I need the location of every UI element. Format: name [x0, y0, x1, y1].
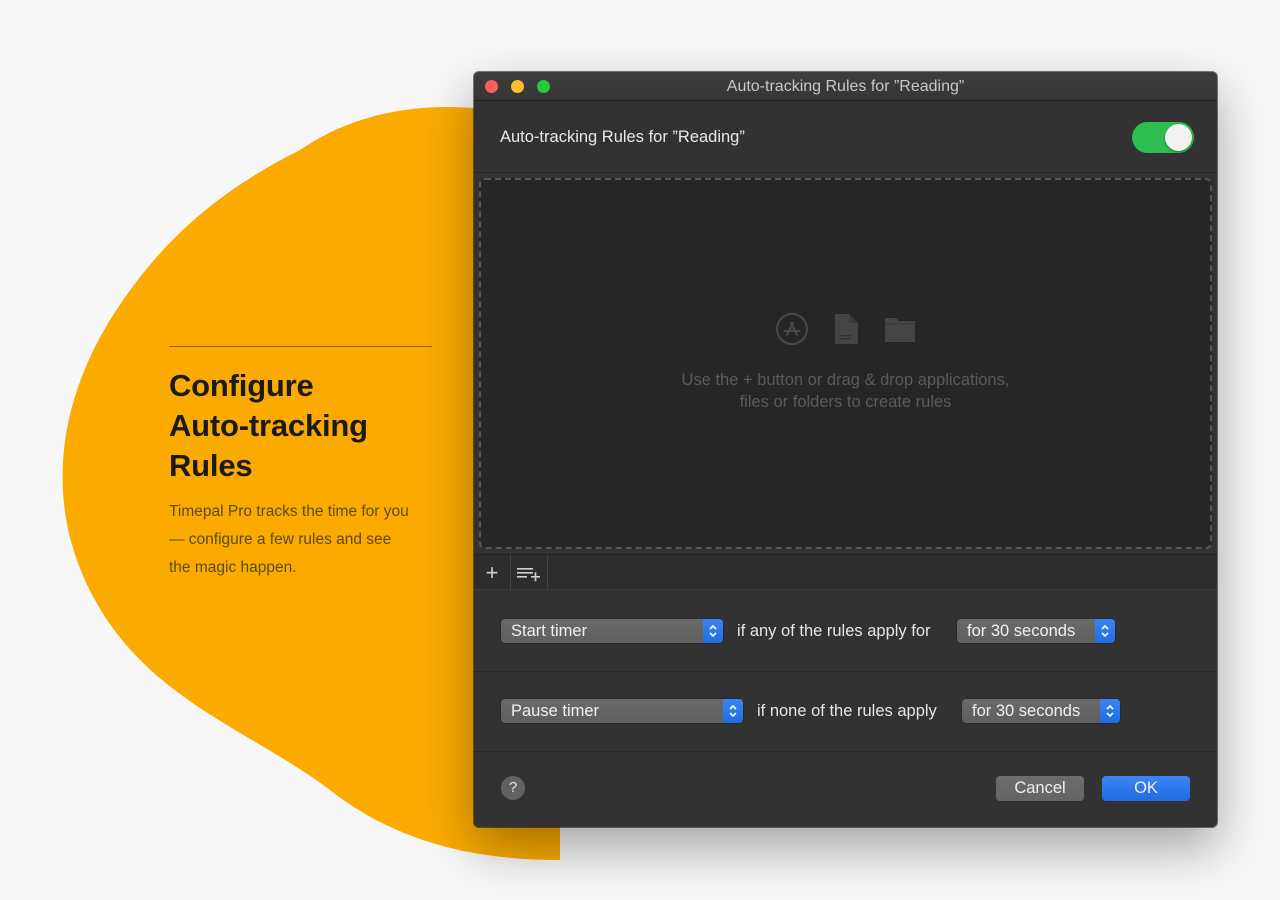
cancel-button[interactable]: Cancel [996, 776, 1084, 801]
rules-header: Auto-tracking Rules for ”Reading” [474, 101, 1217, 173]
add-rule-button[interactable]: + [474, 555, 511, 590]
dropzone-hint-line: files or folders to create rules [739, 393, 952, 411]
pause-duration-select[interactable]: for 30 seconds [962, 699, 1120, 723]
promo-body: Timepal Pro tracks the time for you — co… [169, 503, 409, 576]
add-rule-list-button[interactable] [511, 555, 548, 590]
pause-duration-value: for 30 seconds [972, 702, 1081, 720]
toggle-knob [1165, 124, 1192, 151]
help-button[interactable]: ? [501, 776, 525, 800]
pause-rule-row: Pause timer if none of the rules apply f… [474, 672, 1217, 752]
app-store-icon [775, 313, 808, 345]
pause-action-value: Pause timer [511, 702, 600, 720]
dropzone-icons [481, 313, 1210, 345]
rules-header-title: Auto-tracking Rules for ”Reading” [500, 128, 745, 146]
rules-dropzone[interactable]: Use the + button or drag & drop applicat… [479, 178, 1212, 549]
promo-title-line: Configure [169, 368, 314, 403]
dialog-footer: ? Cancel OK [474, 752, 1217, 827]
promo-title: Configure Auto-tracking Rules [169, 366, 433, 486]
ok-button[interactable]: OK [1102, 776, 1190, 801]
start-action-select[interactable]: Start timer [501, 619, 723, 643]
up-down-chevron-icon [703, 619, 723, 643]
window-title: Auto-tracking Rules for ”Reading” [726, 78, 965, 95]
start-condition-label: if any of the rules apply for [737, 622, 931, 640]
promo-panel: Configure Auto-tracking Rules Timepal Pr… [169, 346, 433, 582]
start-rule-row: Start timer if any of the rules apply fo… [474, 592, 1217, 672]
title-bar: Auto-tracking Rules for ”Reading” [474, 72, 1217, 101]
start-duration-value: for 30 seconds [967, 622, 1076, 640]
promo-title-line: Auto-tracking [169, 408, 368, 443]
auto-tracking-rules-window: Auto-tracking Rules for ”Reading” Auto-t… [474, 72, 1217, 827]
document-icon [830, 313, 862, 345]
dropzone-hint-line: Use the + button or drag & drop applicat… [681, 371, 1010, 389]
start-action-value: Start timer [511, 622, 588, 640]
promo-title-line: Rules [169, 448, 253, 483]
dropzone-hint: Use the + button or drag & drop applicat… [481, 369, 1210, 413]
start-duration-select[interactable]: for 30 seconds [957, 619, 1115, 643]
add-list-icon [517, 567, 540, 581]
folder-icon [884, 313, 916, 345]
up-down-chevron-icon [723, 699, 743, 723]
promo-divider [169, 346, 432, 347]
up-down-chevron-icon [1100, 699, 1120, 723]
pause-action-select[interactable]: Pause timer [501, 699, 743, 723]
add-icon: + [485, 559, 499, 585]
up-down-chevron-icon [1095, 619, 1115, 643]
pause-condition-label: if none of the rules apply [757, 702, 937, 720]
rules-toolbar: + [474, 554, 1217, 590]
auto-tracking-toggle[interactable] [1132, 122, 1194, 153]
